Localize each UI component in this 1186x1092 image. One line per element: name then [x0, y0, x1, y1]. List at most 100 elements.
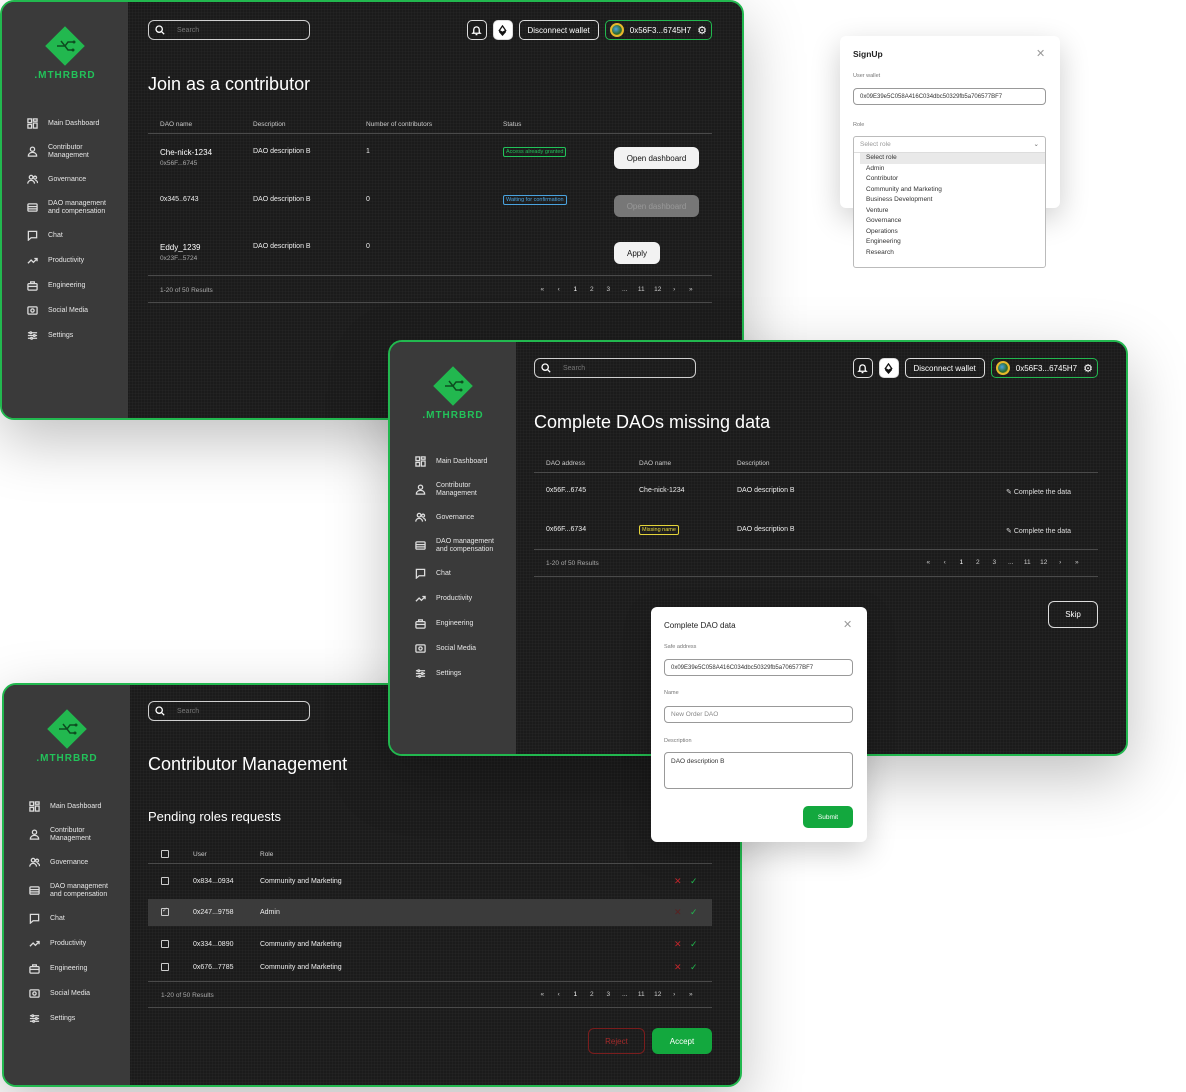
page-link[interactable]: 3	[600, 991, 617, 998]
wallet-field[interactable]: 0x09E39e5C058A416C034dbc50329fb5a706577B…	[853, 88, 1046, 105]
role-dropdown[interactable]: Select role ⌄ Select role Admin Contributor…	[853, 136, 1046, 268]
sidebar-item-main-dashboard[interactable]: Main Dashboard	[390, 449, 516, 474]
row-checkbox[interactable]	[161, 906, 169, 916]
accept-icon[interactable]: ✓	[690, 907, 698, 918]
disconnect-wallet-button[interactable]: Disconnect wallet	[518, 20, 599, 40]
page-link[interactable]: ›	[666, 286, 683, 293]
sidebar-item-chat[interactable]: Chat	[4, 906, 130, 931]
page-link[interactable]: 11	[633, 991, 650, 998]
close-icon[interactable]: ✕	[1036, 47, 1045, 60]
description-field[interactable]: DAO description B	[664, 752, 853, 789]
sidebar-item-governance[interactable]: Governance	[2, 167, 128, 192]
page-link[interactable]: 2	[970, 559, 987, 566]
sidebar-item-contributor-management[interactable]: Contributor Management	[390, 474, 516, 505]
page-link[interactable]: 12	[1036, 559, 1053, 566]
ethereum-icon[interactable]	[492, 20, 513, 40]
role-select[interactable]: Select role ⌄	[854, 137, 1045, 153]
safe-address-field[interactable]: 0x09E39e5C058A416C034dbc50329fb5a706577B…	[664, 659, 853, 676]
notification-icon[interactable]	[852, 358, 873, 378]
sidebar-item-contributor-management[interactable]: Contributor Management	[2, 136, 128, 167]
ethereum-icon[interactable]	[878, 358, 899, 378]
pagination[interactable]: «‹ 1 2 3... 11 12 ›»	[534, 286, 699, 293]
reject-icon[interactable]: ✕	[674, 939, 682, 950]
disconnect-wallet-button[interactable]: Disconnect wallet	[904, 358, 985, 378]
role-option[interactable]: Community and Marketing	[860, 185, 1045, 196]
reject-icon[interactable]: ✕	[674, 907, 682, 918]
sidebar-item-productivity[interactable]: Productivity	[2, 248, 128, 273]
page-link[interactable]: «	[920, 559, 937, 566]
page-link[interactable]: 3	[600, 286, 617, 293]
role-option[interactable]: Select role	[860, 153, 1045, 164]
sidebar-item-chat[interactable]: Chat	[2, 223, 128, 248]
sidebar-item-engineering[interactable]: Engineering	[2, 273, 128, 298]
page-link[interactable]: 12	[650, 286, 667, 293]
accept-icon[interactable]: ✓	[690, 962, 698, 973]
complete-data-link[interactable]: ✎ Complete the data	[1006, 527, 1071, 535]
row-checkbox[interactable]	[161, 877, 169, 885]
role-option[interactable]: Venture	[860, 206, 1045, 217]
page-link[interactable]: 1	[953, 559, 970, 566]
pagination[interactable]: «‹ 1 2 3... 11 12 ›»	[920, 559, 1085, 566]
skip-button[interactable]: Skip	[1048, 601, 1098, 628]
page-link[interactable]: ›	[1052, 559, 1069, 566]
close-icon[interactable]: ✕	[843, 618, 852, 631]
page-link[interactable]: 1	[567, 991, 584, 998]
page-link[interactable]: 1	[567, 286, 584, 293]
role-option[interactable]: Engineering	[860, 237, 1045, 248]
apply-button[interactable]: Apply	[614, 242, 660, 264]
page-link[interactable]: 12	[650, 991, 667, 998]
submit-button[interactable]: Submit	[803, 806, 853, 828]
page-link[interactable]: ›	[666, 991, 683, 998]
page-link[interactable]: »	[683, 991, 700, 998]
sidebar-item-productivity[interactable]: Productivity	[4, 931, 130, 956]
wallet-button[interactable]: 0x56F3...6745H7 ⚙	[990, 358, 1098, 378]
search-input[interactable]: Search	[148, 701, 310, 721]
sidebar-item-dao-management-and-compensation[interactable]: DAO management and compensation	[4, 875, 130, 906]
role-option[interactable]: Admin	[860, 164, 1045, 175]
gear-icon[interactable]: ⚙	[697, 24, 707, 37]
sidebar-item-main-dashboard[interactable]: Main Dashboard	[2, 111, 128, 136]
gear-icon[interactable]: ⚙	[1083, 362, 1093, 375]
sidebar-item-engineering[interactable]: Engineering	[4, 956, 130, 981]
open-dashboard-button[interactable]: Open dashboard	[614, 147, 699, 169]
page-link[interactable]: 11	[1019, 559, 1036, 566]
page-link[interactable]: »	[1069, 559, 1086, 566]
page-link[interactable]: 2	[584, 286, 601, 293]
page-link[interactable]: «	[534, 286, 551, 293]
page-link[interactable]: ...	[1003, 559, 1020, 566]
sidebar-item-contributor-management[interactable]: Contributor Management	[4, 819, 130, 850]
page-link[interactable]: ‹	[937, 559, 954, 566]
sidebar-item-main-dashboard[interactable]: Main Dashboard	[4, 794, 130, 819]
role-option[interactable]: Contributor	[860, 174, 1045, 185]
page-link[interactable]: 2	[584, 991, 601, 998]
sidebar-item-dao-management-and-compensation[interactable]: DAO management and compensation	[390, 530, 516, 561]
sidebar-item-productivity[interactable]: Productivity	[390, 586, 516, 611]
sidebar-item-social-media[interactable]: Social Media	[2, 298, 128, 323]
notification-icon[interactable]	[466, 20, 487, 40]
sidebar-item-engineering[interactable]: Engineering	[390, 611, 516, 636]
page-link[interactable]: 11	[633, 286, 650, 293]
name-field[interactable]: New Order DAO	[664, 706, 853, 723]
page-link[interactable]: »	[683, 286, 700, 293]
sidebar-item-social-media[interactable]: Social Media	[390, 636, 516, 661]
complete-data-link[interactable]: ✎ Complete the data	[1006, 488, 1071, 496]
page-link[interactable]: ...	[617, 991, 634, 998]
open-dashboard-button-disabled[interactable]: Open dashboard	[614, 195, 699, 217]
sidebar-item-settings[interactable]: Settings	[2, 323, 128, 348]
sidebar-item-chat[interactable]: Chat	[390, 561, 516, 586]
accept-button[interactable]: Accept	[652, 1028, 712, 1054]
page-link[interactable]: 3	[986, 559, 1003, 566]
select-all-checkbox[interactable]	[161, 850, 169, 858]
search-input[interactable]: Search	[148, 20, 310, 40]
sidebar-item-social-media[interactable]: Social Media	[4, 981, 130, 1006]
page-link[interactable]: «	[534, 991, 551, 998]
page-link[interactable]: ...	[617, 286, 634, 293]
wallet-button[interactable]: 0x56F3...6745H7 ⚙	[604, 20, 712, 40]
sidebar-item-governance[interactable]: Governance	[4, 850, 130, 875]
reject-button[interactable]: Reject	[588, 1028, 645, 1054]
role-option[interactable]: Business Development	[860, 195, 1045, 206]
pagination[interactable]: «‹ 1 2 3... 11 12 ›»	[534, 991, 699, 998]
role-option[interactable]: Research	[860, 248, 1045, 259]
accept-icon[interactable]: ✓	[690, 939, 698, 950]
row-checkbox[interactable]	[161, 963, 169, 971]
